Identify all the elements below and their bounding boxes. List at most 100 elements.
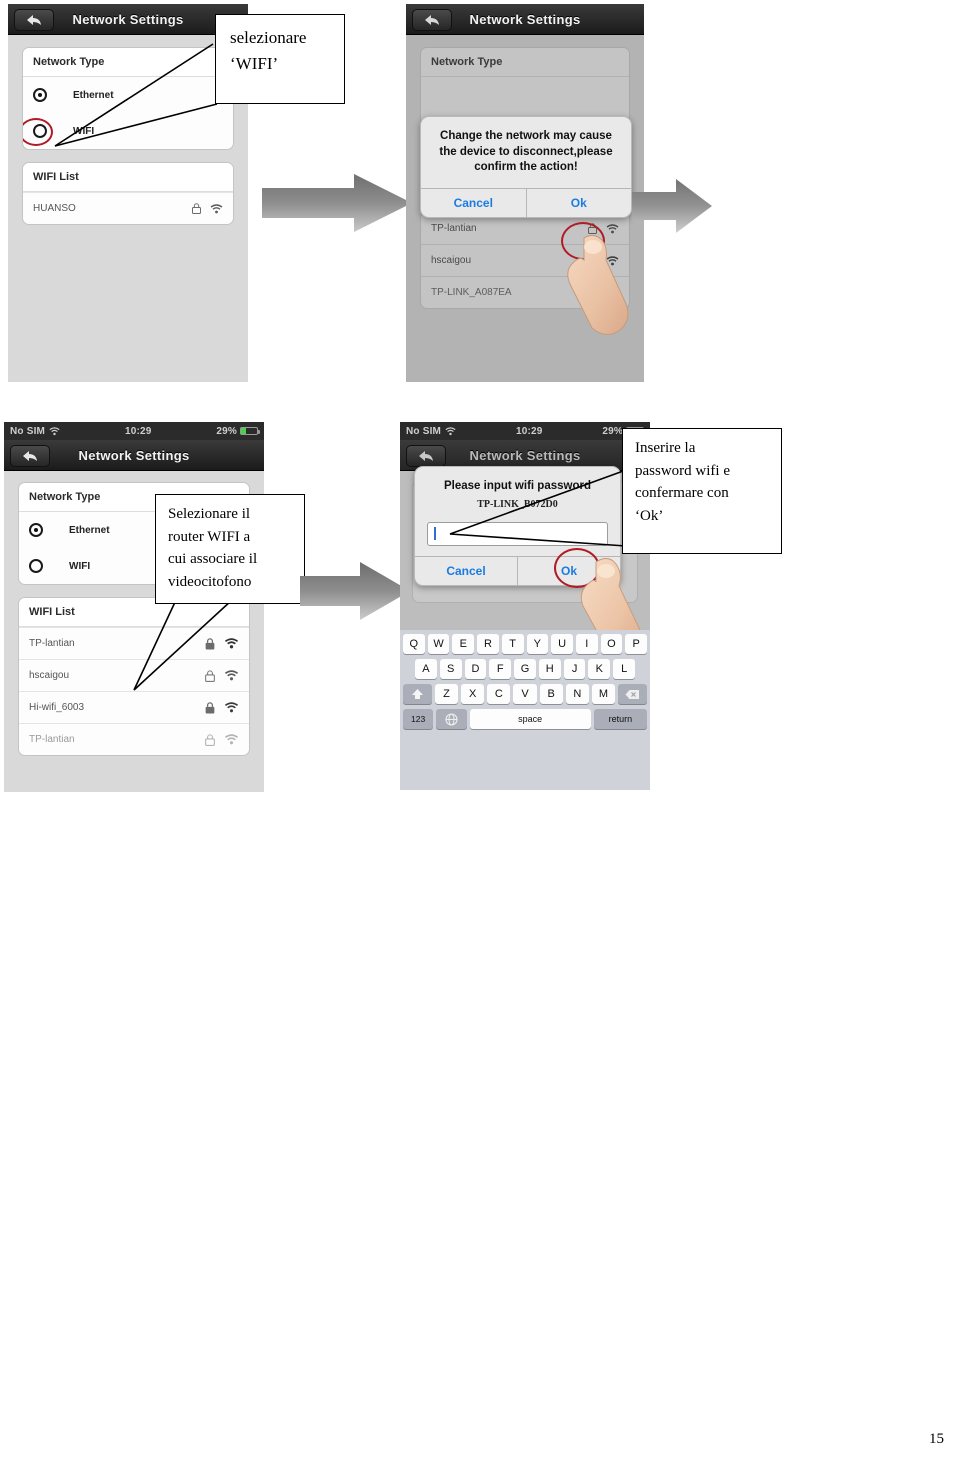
key-a[interactable]: A xyxy=(414,659,437,679)
wifi-list-item[interactable]: hscaigou xyxy=(421,244,629,276)
key-x[interactable]: X xyxy=(461,684,485,704)
wifi-list-item[interactable]: HUANSO xyxy=(23,192,233,224)
wifi-list-item[interactable]: hscaigou xyxy=(19,659,249,691)
carrier-label: No SIM xyxy=(10,425,46,437)
wifi-signal-icon xyxy=(606,223,619,233)
back-button-step2[interactable] xyxy=(412,9,452,31)
key-i[interactable]: I xyxy=(575,634,598,654)
keyboard-row-2: A S D F G H J K L xyxy=(403,659,647,679)
key-b[interactable]: B xyxy=(539,684,563,704)
back-button-step4[interactable] xyxy=(406,445,446,467)
flow-arrow-1 xyxy=(262,174,412,232)
onscreen-keyboard: Q W E R T Y U I O P A S D F G H J K L Z … xyxy=(400,630,650,790)
ok-button[interactable]: Ok xyxy=(525,188,632,217)
key-j[interactable]: J xyxy=(563,659,586,679)
key-v[interactable]: V xyxy=(513,684,537,704)
wifi-signal-icon xyxy=(224,702,239,713)
key-s[interactable]: S xyxy=(439,659,462,679)
callout-inserire-password: Inserire la password wifi e confermare c… xyxy=(622,428,782,554)
password-input[interactable] xyxy=(427,521,608,546)
numeric-key[interactable]: 123 xyxy=(403,709,434,729)
lock-icon xyxy=(205,733,215,746)
ok-button[interactable]: Ok xyxy=(517,556,620,585)
wifi-status-icon xyxy=(49,426,60,435)
wifi-list-item[interactable]: TP-lantian xyxy=(19,627,249,659)
radio-label-ethernet: Ethernet xyxy=(73,89,114,101)
navbar-step2: Network Settings xyxy=(406,4,644,35)
wifi-list-item[interactable]: TP-lantian xyxy=(19,723,249,755)
password-dialog-step4: Please input wifi password TP-LINK_B072D… xyxy=(414,466,621,586)
key-z[interactable]: Z xyxy=(434,684,459,704)
radio-wifi-icon[interactable] xyxy=(33,124,47,138)
page-number: 15 xyxy=(929,1431,944,1447)
lock-icon xyxy=(192,203,201,214)
wifi-signal-icon xyxy=(224,670,239,681)
radio-row-ethernet-step1[interactable]: Ethernet xyxy=(23,77,233,113)
screenshot-step2: Network Settings Network Type TP-lantian xyxy=(406,4,644,382)
flow-arrow-3 xyxy=(300,562,410,620)
cancel-button[interactable]: Cancel xyxy=(415,557,517,585)
return-key[interactable]: return xyxy=(593,709,647,729)
key-e[interactable]: E xyxy=(452,634,475,654)
callout-selezionare-wifi: selezionare ‘WIFI’ xyxy=(215,14,345,104)
key-u[interactable]: U xyxy=(551,634,573,654)
radio-row-wifi-step1[interactable]: WIFI xyxy=(23,113,233,149)
key-g[interactable]: G xyxy=(514,659,536,679)
key-t[interactable]: T xyxy=(501,634,524,654)
wifi-ssid: hscaigou xyxy=(431,255,472,266)
confirm-dialog-message: Change the network may cause the device … xyxy=(439,130,613,174)
callout-2-line-1: Selezionare il xyxy=(168,506,251,522)
key-m[interactable]: M xyxy=(591,684,616,704)
shift-key[interactable] xyxy=(403,684,432,704)
callout-selezionare-router: Selezionare il router WIFI a cui associa… xyxy=(155,494,305,604)
key-o[interactable]: O xyxy=(600,634,623,654)
key-w[interactable]: W xyxy=(427,634,450,654)
wifi-signal-icon xyxy=(224,734,239,745)
keyboard-row-4: 123 space return xyxy=(403,709,647,729)
key-n[interactable]: N xyxy=(565,684,589,704)
callout-2-line-3: cui associare il xyxy=(168,551,258,567)
key-q[interactable]: Q xyxy=(402,634,425,654)
shift-arrow-icon xyxy=(411,689,423,699)
cancel-button[interactable]: Cancel xyxy=(421,189,526,217)
key-l[interactable]: L xyxy=(613,659,636,679)
key-y[interactable]: Y xyxy=(526,634,549,654)
text-caret xyxy=(434,527,436,541)
callout-1-line-1: selezionare xyxy=(230,28,307,47)
confirm-dialog-step2: Change the network may cause the device … xyxy=(420,116,632,218)
back-button-step1[interactable] xyxy=(14,9,54,31)
wifi-ssid: hscaigou xyxy=(29,670,70,681)
key-f[interactable]: F xyxy=(489,659,512,679)
space-key[interactable]: space xyxy=(469,709,591,729)
wifi-list-header-step1: WIFI List xyxy=(23,163,233,192)
key-c[interactable]: C xyxy=(487,684,511,704)
wifi-list-card-step3: WIFI List TP-lantian hscaigou Hi-wifi_60… xyxy=(18,597,250,756)
wifi-signal-icon xyxy=(224,638,239,649)
wifi-signal-icon xyxy=(210,203,223,213)
key-k[interactable]: K xyxy=(588,659,611,679)
wifi-ssid: HUANSO xyxy=(33,203,76,214)
statusbar-step3: No SIM 10:29 29% xyxy=(4,422,264,440)
globe-key[interactable] xyxy=(436,709,467,729)
backspace-key[interactable] xyxy=(618,684,647,704)
radio-ethernet-icon[interactable] xyxy=(33,88,47,102)
key-p[interactable]: P xyxy=(625,634,648,654)
callout-3-line-3: confermare con xyxy=(635,485,729,501)
lock-icon xyxy=(588,287,597,298)
radio-ethernet-icon[interactable] xyxy=(29,523,43,537)
flow-arrow-2 xyxy=(632,179,712,233)
wifi-list-item[interactable]: TP-LINK_A087EA xyxy=(421,276,629,308)
navbar-step1: Network Settings xyxy=(8,4,248,35)
radio-wifi-icon[interactable] xyxy=(29,559,43,573)
back-button-step3[interactable] xyxy=(10,445,50,467)
lock-icon xyxy=(205,637,215,649)
wifi-list-card-step1: WIFI List HUANSO xyxy=(22,162,234,225)
key-h[interactable]: H xyxy=(538,659,561,679)
wifi-signal-icon xyxy=(606,255,619,265)
globe-icon xyxy=(445,712,458,726)
password-dialog-ssid: TP-LINK_B072D0 xyxy=(477,498,558,510)
statusbar-time: 10:29 xyxy=(124,425,152,437)
wifi-list-item[interactable]: Hi-wifi_6003 xyxy=(19,691,249,723)
key-d[interactable]: D xyxy=(464,659,487,679)
key-r[interactable]: R xyxy=(477,634,499,654)
